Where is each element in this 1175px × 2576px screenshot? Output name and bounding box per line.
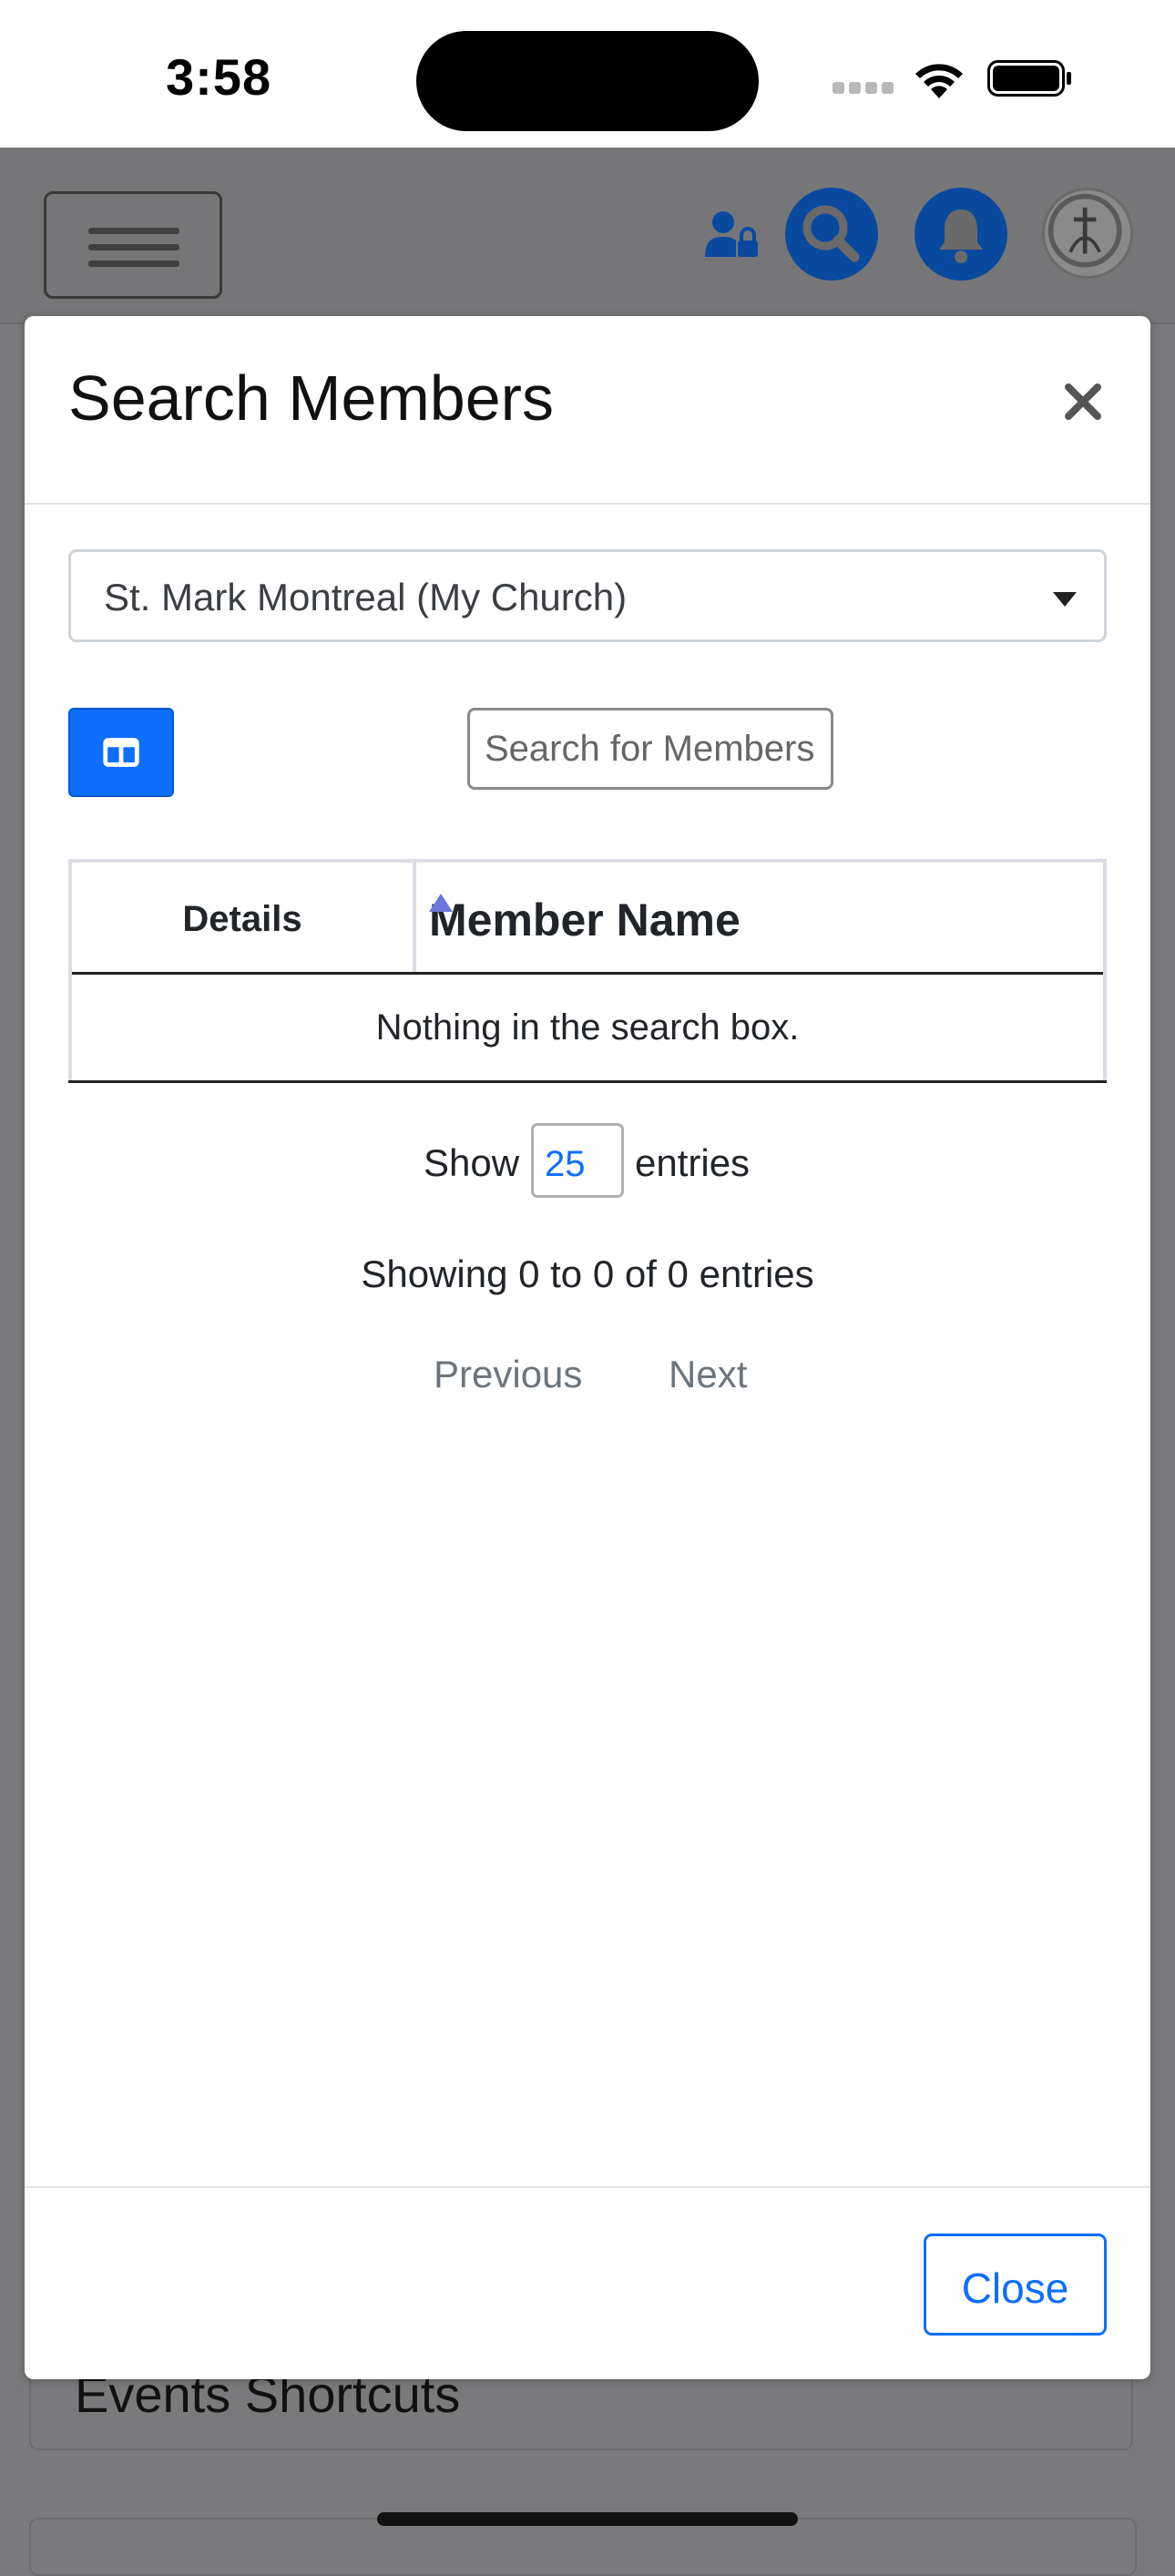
column-header-member-name[interactable]: Member Name xyxy=(416,863,1103,972)
cellular-signal-icon xyxy=(833,82,894,95)
battery-icon xyxy=(987,60,1071,97)
church-select[interactable]: St. Mark Montreal (My Church) xyxy=(68,549,1107,642)
column-header-details-label: Details xyxy=(182,899,302,939)
close-icon[interactable] xyxy=(1056,374,1110,429)
modal-header: Search Members xyxy=(25,316,1150,505)
search-members-modal: Search Members St. Mark Montreal (My Chu… xyxy=(25,316,1150,2379)
sort-asc-icon xyxy=(429,894,453,912)
table-empty-message: Nothing in the search box. xyxy=(375,1007,800,1048)
columns-icon xyxy=(103,738,139,767)
status-bar: 3:58 xyxy=(0,0,1175,148)
close-button[interactable]: Close xyxy=(924,2234,1107,2336)
column-header-member-name-label: Member Name xyxy=(429,894,741,946)
page-length-suffix: entries xyxy=(635,1141,751,1184)
dynamic-island xyxy=(416,31,759,131)
header-notifications-button[interactable] xyxy=(914,188,1007,281)
hamburger-menu-button[interactable] xyxy=(44,191,222,299)
page-length-prefix: Show xyxy=(424,1141,520,1184)
page-length-select[interactable]: 25 xyxy=(531,1123,624,1198)
members-table: Details Member Name Nothing in the searc… xyxy=(68,859,1107,1083)
table-info: Showing 0 to 0 of 0 entries xyxy=(361,1252,814,1295)
home-indicator xyxy=(377,2512,798,2526)
church-logo[interactable] xyxy=(1042,188,1133,279)
column-header-details[interactable]: Details xyxy=(72,863,416,972)
member-search-input[interactable] xyxy=(470,710,831,787)
search-icon xyxy=(802,205,860,262)
hamburger-icon xyxy=(88,228,179,234)
header-search-button[interactable] xyxy=(785,188,878,281)
column-visibility-button[interactable] xyxy=(68,708,174,797)
user-lock-icon[interactable] xyxy=(705,210,760,261)
bell-icon xyxy=(939,210,983,263)
close-button-label: Close xyxy=(961,2264,1069,2312)
pagination-previous[interactable]: Previous xyxy=(434,1353,582,1396)
church-select-value: St. Mark Montreal (My Church) xyxy=(104,576,628,618)
pagination-next[interactable]: Next xyxy=(669,1353,747,1396)
member-search-input-wrap[interactable] xyxy=(467,708,833,790)
next-card xyxy=(29,2518,1137,2576)
wifi-icon xyxy=(915,64,963,98)
status-time: 3:58 xyxy=(166,48,272,106)
table-empty-row: Nothing in the search box. xyxy=(72,975,1103,1080)
modal-title: Search Members xyxy=(68,363,554,434)
chevron-down-icon xyxy=(1053,592,1077,607)
page-length-value: 25 xyxy=(545,1144,586,1184)
page-length-control: Show 25 entries xyxy=(25,1123,1150,1198)
table-bottom-border xyxy=(68,1080,1107,1083)
